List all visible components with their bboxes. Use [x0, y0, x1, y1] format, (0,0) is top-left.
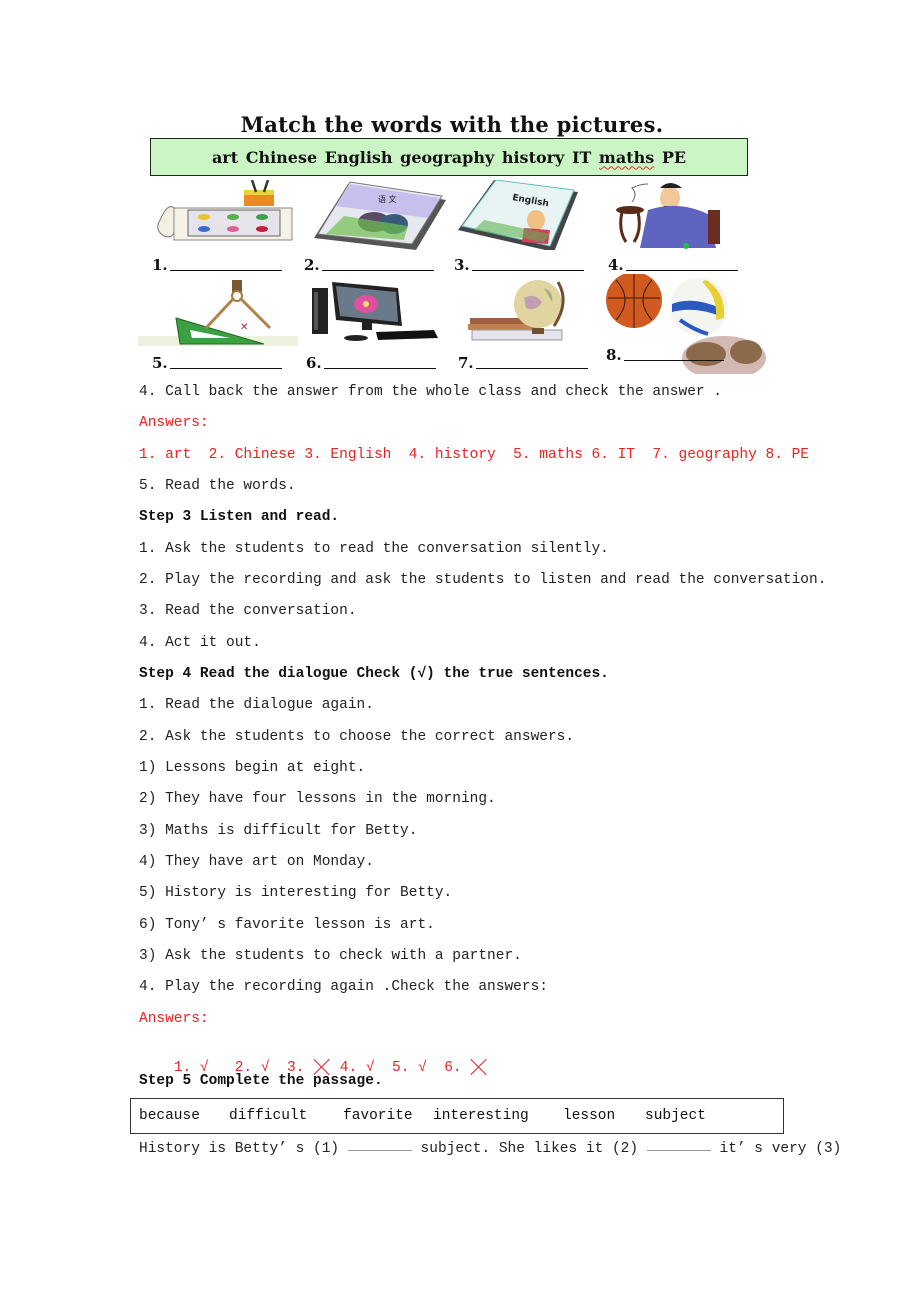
word-history: history: [501, 147, 565, 167]
word-bank-box: art Chinese English geography history IT…: [150, 138, 748, 176]
cross-icon: [313, 1058, 331, 1074]
answers-label: Answers:: [139, 415, 209, 431]
passage-blank-1[interactable]: [347, 1149, 412, 1151]
word-chinese: Chinese: [245, 147, 318, 167]
picture-4: 4.: [608, 180, 758, 274]
true-false-sentence: 6) Tony’ s favorite lesson is art.: [139, 917, 435, 933]
picture-6: 6.: [306, 278, 456, 372]
step4-item: 1. Read the dialogue again.: [139, 697, 374, 713]
answers-label: Answers:: [139, 1011, 209, 1027]
history-figure-icon: [616, 183, 720, 249]
picture-8-label: 8.: [606, 346, 724, 364]
bank-word: subject: [645, 1108, 706, 1124]
picture-3-label: 3.: [454, 256, 584, 274]
bank-word: interesting: [433, 1108, 529, 1124]
picture-8: 8.: [606, 274, 766, 374]
true-false-sentence: 3) Maths is difficult for Betty.: [139, 823, 418, 839]
picture-7-label: 7.: [458, 354, 588, 372]
matching-exercise-image: Match the words with the pictures. art C…: [138, 108, 766, 376]
passage-word-bank: because difficult favorite interesting l…: [130, 1098, 784, 1134]
answer-blank[interactable]: [625, 269, 738, 271]
picture-3: English 3.: [454, 180, 604, 274]
answer-blank[interactable]: [169, 367, 282, 369]
picture-4-label: 4.: [608, 256, 738, 274]
true-false-sentence: 2) They have four lessons in the morning…: [139, 791, 496, 807]
passage-text: History is Betty’ s (1) subject. She lik…: [139, 1141, 842, 1157]
picture-7: 7.: [458, 278, 608, 372]
bank-word: difficult: [229, 1108, 308, 1124]
answer-blank[interactable]: [475, 367, 588, 369]
document-page: Match the words with the pictures. art C…: [0, 0, 920, 1302]
word-pe: PE: [661, 147, 687, 167]
true-false-sentence: 4) They have art on Monday.: [139, 854, 374, 870]
answer-blank[interactable]: [323, 367, 436, 369]
picture-1: 1.: [152, 180, 302, 274]
picture-5-label: 5.: [152, 354, 282, 372]
word-it: IT: [571, 147, 592, 167]
bank-word: favorite: [343, 1108, 413, 1124]
computer-icon: [312, 282, 438, 341]
step4-item: 4. Play the recording again .Check the a…: [139, 979, 548, 995]
step4-item: 2. Ask the students to choose the correc…: [139, 729, 575, 745]
maths-set-square-icon: ✕: [138, 280, 298, 346]
true-false-sentence: 1) Lessons begin at eight.: [139, 760, 366, 776]
picture-1-label: 1.: [152, 256, 282, 274]
answer-blank[interactable]: [169, 269, 282, 271]
picture-5: ✕ 5.: [138, 278, 298, 372]
step3-item: 3. Read the conversation.: [139, 603, 357, 619]
bank-word: because: [139, 1108, 200, 1124]
english-book-icon: English: [458, 180, 578, 250]
answers-matching: 1. art 2. Chinese 3. English 4. history …: [139, 447, 810, 463]
true-false-sentence: 5) History is interesting for Betty.: [139, 885, 453, 901]
art-palette-icon: [157, 180, 293, 241]
answer-blank[interactable]: [623, 359, 724, 361]
check-icon: √: [418, 1060, 427, 1076]
chinese-book-label: 语 文: [378, 194, 397, 204]
answer-blank[interactable]: [321, 269, 434, 271]
answer-blank[interactable]: [471, 269, 584, 271]
passage-blank-2[interactable]: [646, 1149, 711, 1151]
exercise-title: Match the words with the pictures.: [240, 112, 664, 137]
globe-icon: [468, 280, 565, 341]
step5-heading: Step 5 Complete the passage.: [139, 1073, 383, 1089]
step3-item: 4. Act it out.: [139, 635, 261, 651]
step4-heading: Step 4 Read the dialogue Check (√) the t…: [139, 666, 609, 682]
step-call-back: 4. Call back the answer from the whole c…: [139, 384, 722, 400]
svg-text:✕: ✕: [240, 322, 248, 333]
step3-item: 2. Play the recording and ask the studen…: [139, 572, 827, 588]
word-geography: geography: [400, 147, 495, 167]
step4-item: 3) Ask the students to check with a part…: [139, 948, 522, 964]
step-read-words: 5. Read the words.: [139, 478, 296, 494]
picture-2-label: 2.: [304, 256, 434, 274]
answer-5-num: 5.: [391, 1060, 410, 1076]
picture-2: 语 文 2.: [304, 180, 454, 274]
cross-icon: [470, 1058, 488, 1074]
chinese-book-icon: 语 文: [314, 181, 446, 250]
word-art: art: [211, 147, 239, 167]
word-english: English: [324, 147, 393, 167]
answer-6-num: 6.: [444, 1060, 462, 1076]
bank-word: lesson: [563, 1108, 616, 1124]
word-maths: maths: [598, 147, 655, 167]
step3-heading: Step 3 Listen and read.: [139, 509, 340, 525]
picture-6-label: 6.: [306, 354, 436, 372]
step3-item: 1. Ask the students to read the conversa…: [139, 541, 609, 557]
